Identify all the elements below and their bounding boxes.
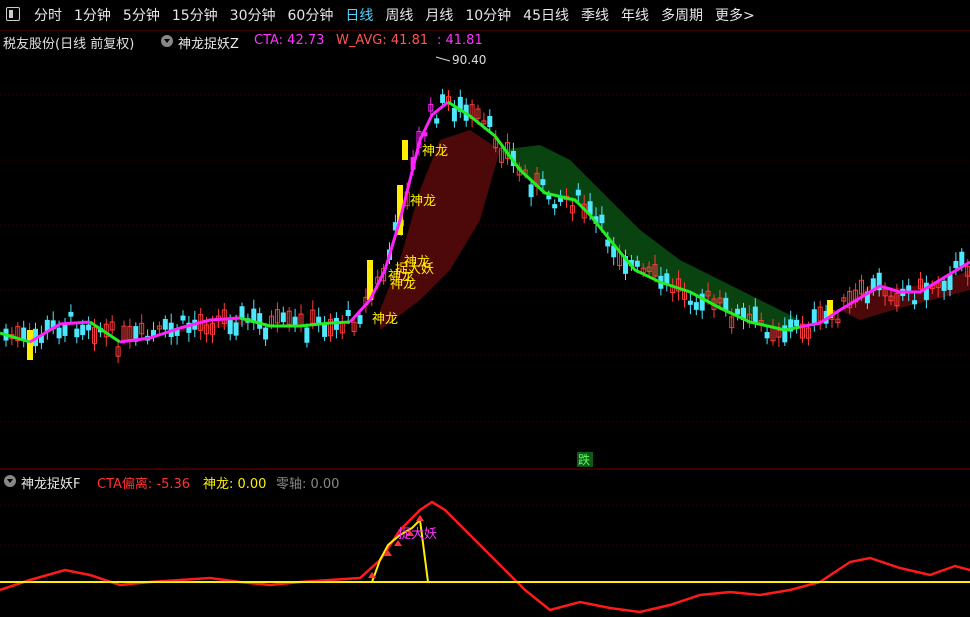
candle-body	[357, 315, 363, 324]
signal-label: 神龙	[372, 312, 398, 327]
candle-body	[80, 324, 86, 336]
candle-body	[794, 320, 800, 327]
candle-body	[540, 179, 546, 186]
candle-body	[322, 322, 328, 337]
tab-0[interactable]: 分时	[28, 5, 68, 25]
sub-signal-label: 捉大妖	[398, 527, 437, 542]
candle-body	[239, 306, 245, 318]
candle-body	[575, 189, 581, 196]
candle-body	[68, 311, 74, 317]
candle-body	[233, 322, 239, 336]
candle-body	[487, 115, 493, 127]
candle-body	[440, 94, 446, 103]
tab-10[interactable]: 45日线	[517, 5, 575, 25]
candle-body	[912, 300, 918, 305]
tab-8[interactable]: 月线	[419, 5, 459, 25]
tab-3[interactable]: 15分钟	[166, 5, 224, 25]
candle-body	[546, 195, 552, 200]
panel-toggle-icon[interactable]	[6, 7, 20, 21]
candle-body	[56, 327, 62, 339]
signal-candle	[27, 330, 33, 360]
candle-body	[345, 310, 351, 316]
candle-body	[599, 214, 605, 224]
candle-body	[941, 280, 947, 291]
candle-body	[634, 260, 640, 267]
tab-12[interactable]: 年线	[615, 5, 655, 25]
price-high-pointer	[435, 56, 451, 62]
tab-11[interactable]: 季线	[575, 5, 615, 25]
candle-body	[947, 274, 953, 290]
tab-14[interactable]: 更多>	[709, 5, 761, 25]
tab-13[interactable]: 多周期	[655, 5, 709, 25]
signal-label: 神龙	[422, 144, 448, 159]
sub-indicator-chart[interactable]: 捉大妖	[0, 490, 970, 617]
candle-body	[552, 204, 558, 209]
tab-9[interactable]: 10分钟	[459, 5, 517, 25]
candle-body	[434, 118, 440, 124]
candle-body	[86, 324, 92, 331]
tab-4[interactable]: 30分钟	[224, 5, 282, 25]
period-tabs: 分时 1分钟 5分钟 15分钟 30分钟 60分钟 日线 周线 月线 10分钟 45日线 季线 年线 多周…	[28, 0, 761, 30]
candle-body	[257, 313, 263, 329]
signal-arrow-icon	[416, 515, 424, 521]
cta-deviation-line	[0, 500, 970, 614]
candle-body	[687, 300, 693, 305]
candle-body	[451, 107, 457, 122]
drop-label: 跌	[578, 452, 590, 467]
tab-5[interactable]: 60分钟	[282, 5, 340, 25]
candle-body	[528, 184, 534, 198]
candle-body	[752, 306, 758, 325]
sub-indicator-menu-icon[interactable]	[4, 475, 16, 487]
candle-body	[304, 327, 310, 343]
signal-label: 神龙	[388, 269, 414, 284]
candle-body	[664, 273, 670, 285]
candle-body	[74, 328, 80, 338]
signal-label: 神龙	[410, 194, 436, 209]
tab-2[interactable]: 5分钟	[117, 5, 166, 25]
candle-body	[764, 331, 770, 339]
signal-candle	[402, 140, 408, 160]
candle-body	[959, 251, 965, 267]
candle-body	[953, 260, 959, 269]
candle-body	[735, 308, 741, 315]
candle-body	[263, 327, 269, 340]
tab-7[interactable]: 周线	[379, 5, 419, 25]
tab-1[interactable]: 1分钟	[68, 5, 117, 25]
candle-body	[162, 318, 168, 330]
candle-body	[227, 320, 233, 335]
candle-body	[280, 312, 286, 323]
candle-body	[693, 302, 699, 310]
period-toolbar: 分时 1分钟 5分钟 15分钟 30分钟 60分钟 日线 周线 月线 10分钟 45日线 季线 年线 多周…	[0, 0, 970, 31]
price-high-label: 90.40	[452, 53, 486, 67]
main-kline-chart[interactable]: 神龙神龙神龙神龙捉大妖神龙神龙90.40跌	[0, 30, 970, 470]
candle-body	[292, 316, 298, 326]
candle-body	[723, 297, 729, 311]
candle-body	[180, 315, 186, 321]
tab-6[interactable]: 日线	[339, 5, 379, 25]
